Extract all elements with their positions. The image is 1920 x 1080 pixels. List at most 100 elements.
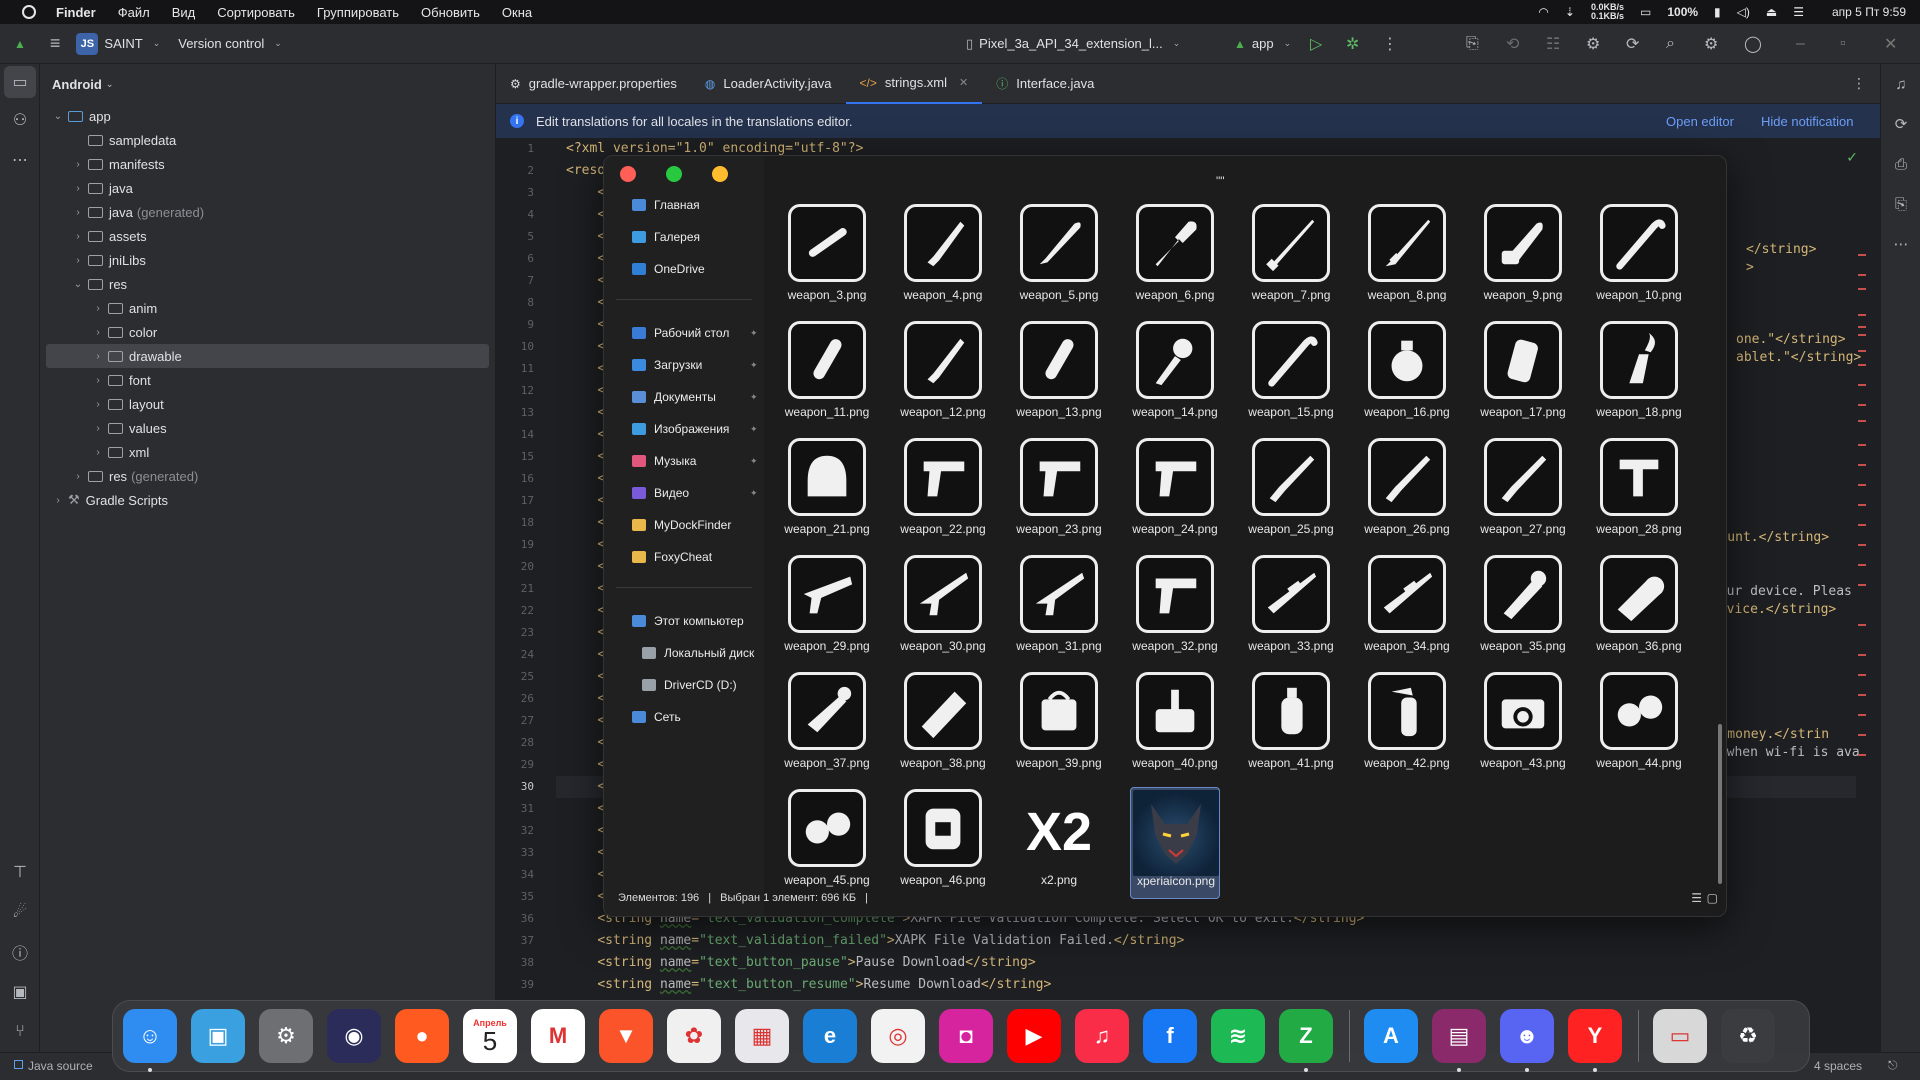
file-item[interactable]: weapon_30.png	[898, 553, 988, 665]
file-item[interactable]: weapon_22.png	[898, 436, 988, 548]
tree-item-values[interactable]: › values	[40, 416, 495, 440]
dock-app-siri[interactable]: ◉	[327, 1009, 381, 1063]
tab-gradle-wrapper[interactable]: ⚙ gradle-wrapper.properties	[496, 64, 691, 104]
list-view-icon[interactable]: ☰	[1691, 891, 1702, 905]
more-icon[interactable]: ⋮	[1382, 34, 1398, 54]
file-item[interactable]: xperiaicon.png	[1130, 787, 1220, 899]
file-item[interactable]: weapon_11.png	[782, 319, 872, 431]
pin-icon[interactable]: ✦	[750, 488, 758, 499]
file-item[interactable]: weapon_7.png	[1246, 202, 1336, 314]
pin-icon[interactable]: ✦	[750, 424, 758, 435]
maximize-icon[interactable]: ▫	[1840, 35, 1846, 53]
file-item[interactable]: weapon_14.png	[1130, 319, 1220, 431]
pin-icon[interactable]: ✦	[750, 456, 758, 467]
file-item[interactable]: weapon_39.png	[1014, 670, 1104, 782]
file-item[interactable]: weapon_21.png	[782, 436, 872, 548]
run-icon[interactable]: ▷	[1310, 34, 1322, 54]
file-item[interactable]: weapon_9.png	[1478, 202, 1568, 314]
sidebar-item-network[interactable]: Сеть	[632, 707, 681, 727]
error-marker[interactable]	[1858, 464, 1866, 466]
menu-file[interactable]: Файл	[118, 5, 150, 20]
file-item[interactable]: weapon_43.png	[1478, 670, 1568, 782]
menu-app-name[interactable]: Finder	[56, 5, 96, 20]
dock-app-edge[interactable]: e	[803, 1009, 857, 1063]
date-time[interactable]: апр 5 Пт 9:59	[1832, 5, 1906, 19]
device-selector[interactable]: ▯ Pixel_3a_API_34_extension_l... ⌄	[966, 36, 1180, 52]
menu-sort[interactable]: Сортировать	[217, 5, 295, 20]
apple-menu-icon[interactable]	[22, 5, 36, 19]
error-marker[interactable]	[1858, 444, 1866, 446]
tab-strings-xml[interactable]: </> strings.xml ✕	[845, 64, 983, 104]
more-tools-icon[interactable]: ⋯	[0, 140, 40, 180]
dock-app-spotify[interactable]: ≋	[1211, 1009, 1265, 1063]
file-item[interactable]: weapon_4.png	[898, 202, 988, 314]
file-item[interactable]: weapon_28.png	[1594, 436, 1684, 548]
error-marker[interactable]	[1858, 274, 1866, 276]
main-menu-icon[interactable]: ≡	[50, 33, 61, 54]
project-view-selector[interactable]: Android ⌄	[40, 64, 495, 104]
sidebar-item-documents[interactable]: Документы ✦	[632, 387, 758, 407]
run-config-selector[interactable]: ▲ app ⌄	[1234, 36, 1291, 51]
file-item[interactable]: weapon_6.png	[1130, 202, 1220, 314]
error-marker[interactable]	[1858, 334, 1866, 336]
error-marker[interactable]	[1858, 350, 1866, 352]
dock-app-yandex[interactable]: Y	[1568, 1009, 1622, 1072]
error-marker[interactable]	[1858, 314, 1866, 316]
dock-app-app-store[interactable]: A	[1364, 1009, 1418, 1063]
icon-view-icon[interactable]: ▢	[1707, 891, 1718, 905]
open-editor-link[interactable]: Open editor	[1666, 114, 1734, 129]
dock-app-winrar[interactable]: ▤	[1432, 1009, 1486, 1072]
error-marker[interactable]	[1858, 564, 1866, 566]
more-icon[interactable]: ⋮	[1852, 75, 1866, 92]
vcs-selector[interactable]: Version control ⌄	[178, 36, 282, 51]
file-item[interactable]: weapon_42.png	[1362, 670, 1452, 782]
tree-item-res[interactable]: ⌄ res	[40, 272, 495, 296]
file-item[interactable]: weapon_33.png	[1246, 553, 1336, 665]
expand-arrow-icon[interactable]: ›	[92, 375, 104, 386]
tree-item-java[interactable]: › java (generated)	[40, 200, 495, 224]
file-item[interactable]: weapon_16.png	[1362, 319, 1452, 431]
sidebar-item-computer[interactable]: Этот компьютер	[632, 611, 744, 631]
zoom-window-button[interactable]	[666, 166, 682, 182]
profiler-icon[interactable]: ⟲	[1506, 34, 1519, 54]
sidebar-item-images[interactable]: Изображения ✦	[632, 419, 758, 439]
dock-app-youtube[interactable]: ▶	[1007, 1009, 1061, 1063]
tree-item-sampledata[interactable]: sampledata	[40, 128, 495, 152]
terminal-icon[interactable]: ▣	[0, 972, 40, 1012]
expand-arrow-icon[interactable]: ›	[52, 495, 64, 506]
lock-icon[interactable]: ⎋	[1888, 1058, 1898, 1073]
expand-arrow-icon[interactable]: ›	[72, 255, 84, 266]
tree-item-layout[interactable]: › layout	[40, 392, 495, 416]
dock-app-brave[interactable]: ▼	[599, 1009, 653, 1063]
file-item[interactable]: weapon_23.png	[1014, 436, 1104, 548]
error-marker[interactable]	[1858, 734, 1866, 736]
expand-arrow-icon[interactable]: ⌄	[72, 279, 84, 290]
tree-item-drawable[interactable]: › drawable	[46, 344, 489, 368]
error-marker[interactable]	[1858, 674, 1866, 676]
sidebar-item-music[interactable]: Музыка ✦	[632, 451, 758, 471]
file-item[interactable]: weapon_24.png	[1130, 436, 1220, 548]
expand-arrow-icon[interactable]: ›	[92, 303, 104, 314]
pin-icon[interactable]: ✦	[750, 328, 758, 339]
sync-icon[interactable]: ⚙	[1586, 34, 1600, 54]
build-variants-icon[interactable]: ⊤	[0, 852, 40, 892]
tab-loader-activity[interactable]: ◍ LoaderActivity.java	[691, 64, 846, 104]
expand-arrow-icon[interactable]: ›	[92, 447, 104, 458]
resource-manager-icon[interactable]: ⚇	[0, 100, 40, 140]
device-explorer-icon[interactable]: ⎙	[1881, 144, 1920, 184]
close-window-button[interactable]	[620, 166, 636, 182]
file-item[interactable]: weapon_12.png	[898, 319, 988, 431]
file-item[interactable]: weapon_3.png	[782, 202, 872, 314]
error-marker[interactable]	[1858, 654, 1866, 656]
error-marker[interactable]	[1858, 524, 1866, 526]
gear-icon[interactable]: ⚙	[1704, 34, 1718, 54]
expand-arrow-icon[interactable]: ›	[92, 351, 104, 362]
device-manager-icon[interactable]: ⎘	[1466, 35, 1479, 53]
notifications-icon[interactable]: ♫	[1881, 64, 1920, 104]
file-item[interactable]: weapon_44.png	[1594, 670, 1684, 782]
dock-app-launchpad[interactable]: ▦	[735, 1009, 789, 1063]
file-item[interactable]: weapon_10.png	[1594, 202, 1684, 314]
dock-app-instagram[interactable]: ◘	[939, 1009, 993, 1063]
problems-icon[interactable]: ⓘ	[0, 932, 40, 972]
tree-item-res[interactable]: › res (generated)	[40, 464, 495, 488]
